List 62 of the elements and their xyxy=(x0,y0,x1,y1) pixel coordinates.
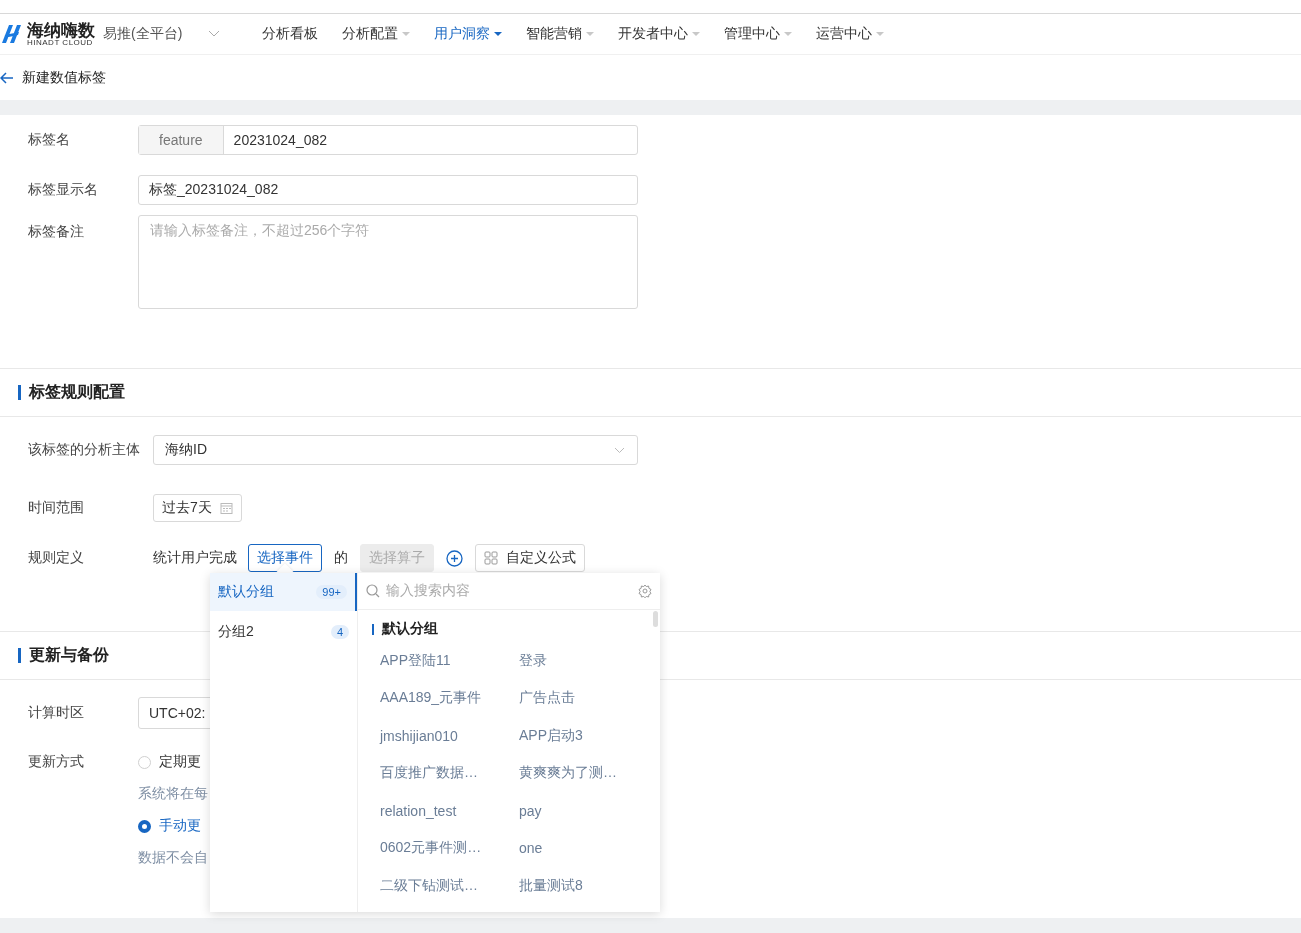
event-item[interactable]: pay xyxy=(519,792,649,830)
nav-menu-item[interactable]: 分析看板 xyxy=(250,14,331,54)
option-hint: 数据不会自 xyxy=(138,849,208,867)
event-item[interactable]: APP启动3 xyxy=(519,717,649,755)
chevron-down-icon[interactable] xyxy=(208,30,221,38)
field-label: 规则定义 xyxy=(28,549,85,567)
event-item[interactable]: relation_test xyxy=(380,792,519,830)
project-selector[interactable]: 易推(全平台) xyxy=(103,25,183,43)
field-label: 时间范围 xyxy=(28,499,85,517)
field-label: 计算时区 xyxy=(28,704,85,722)
nav-menu-item[interactable]: 分析配置 xyxy=(330,14,423,54)
field-label: 标签显示名 xyxy=(28,181,99,199)
field-label: 标签名 xyxy=(28,131,71,149)
chevron-down-icon xyxy=(614,446,625,454)
time-range-picker[interactable]: 过去7天 xyxy=(153,494,242,522)
field-label: 更新方式 xyxy=(28,752,85,771)
event-item[interactable]: 百度推广数据… xyxy=(380,754,519,792)
display-name-field[interactable]: 标签_20231024_082 xyxy=(138,175,638,205)
custom-formula-button[interactable]: 自定义公式 xyxy=(475,544,585,572)
radio-label[interactable]: 定期更 xyxy=(159,753,201,771)
event-item[interactable]: 0602元事件测… xyxy=(380,829,519,867)
settings-icon[interactable] xyxy=(638,584,652,598)
nav-menu-item[interactable]: 用户洞察 xyxy=(422,14,515,54)
field-label: 该标签的分析主体 xyxy=(28,441,141,459)
scrollbar[interactable] xyxy=(653,611,658,627)
subject-select[interactable]: 海纳ID xyxy=(153,435,638,465)
calendar-icon xyxy=(219,502,233,514)
rule-text: 统计用户完成 xyxy=(153,549,237,567)
event-item[interactable]: one xyxy=(519,829,649,867)
event-item[interactable]: jmshijian010 xyxy=(380,717,519,755)
option-hint: 系统将在每 xyxy=(138,785,208,803)
search-icon xyxy=(366,584,380,598)
event-item[interactable]: 黄爽爽为了测… xyxy=(519,754,649,792)
page-title: 新建数值标签 xyxy=(22,68,106,87)
nav-menu-item[interactable]: 开发者中心 xyxy=(606,14,713,54)
rule-text: 的 xyxy=(334,549,348,567)
logo-subtitle: HINADT CLOUD xyxy=(27,38,93,47)
tag-name-field[interactable]: feature 20231024_082 xyxy=(138,125,638,155)
nav-menu-item[interactable]: 智能营销 xyxy=(514,14,607,54)
nav-menu-item[interactable]: 管理中心 xyxy=(712,14,805,54)
select-event-button[interactable]: 选择事件 xyxy=(248,544,322,572)
event-item[interactable]: 广告点击 xyxy=(519,679,649,717)
back-arrow-icon[interactable] xyxy=(0,71,14,84)
radio-button[interactable] xyxy=(138,819,151,833)
section-title: 标签规则配置 xyxy=(29,382,125,402)
radio-label[interactable]: 手动更 xyxy=(159,817,201,835)
count-badge: 4 xyxy=(330,625,349,639)
group-item[interactable]: 默认分组 99+ xyxy=(210,573,357,611)
section-title: 更新与备份 xyxy=(29,645,109,665)
event-item[interactable]: 批量测试8 xyxy=(519,867,649,905)
logo-name: 海纳嗨数 xyxy=(27,21,95,39)
event-item[interactable]: 二级下钻测试… xyxy=(380,867,519,905)
nav-menu-item[interactable]: 运营中心 xyxy=(804,14,897,54)
field-label: 标签备注 xyxy=(28,222,85,241)
grid-icon xyxy=(484,551,498,565)
list-heading: 默认分组 xyxy=(382,620,438,638)
event-item[interactable]: AAA189_元事件 xyxy=(380,679,519,717)
add-icon[interactable] xyxy=(446,549,463,567)
event-item[interactable]: 登录 xyxy=(519,642,649,680)
logo-icon xyxy=(0,23,24,45)
event-item[interactable]: APP登陆11 xyxy=(380,642,519,680)
count-badge: 99+ xyxy=(316,585,347,599)
